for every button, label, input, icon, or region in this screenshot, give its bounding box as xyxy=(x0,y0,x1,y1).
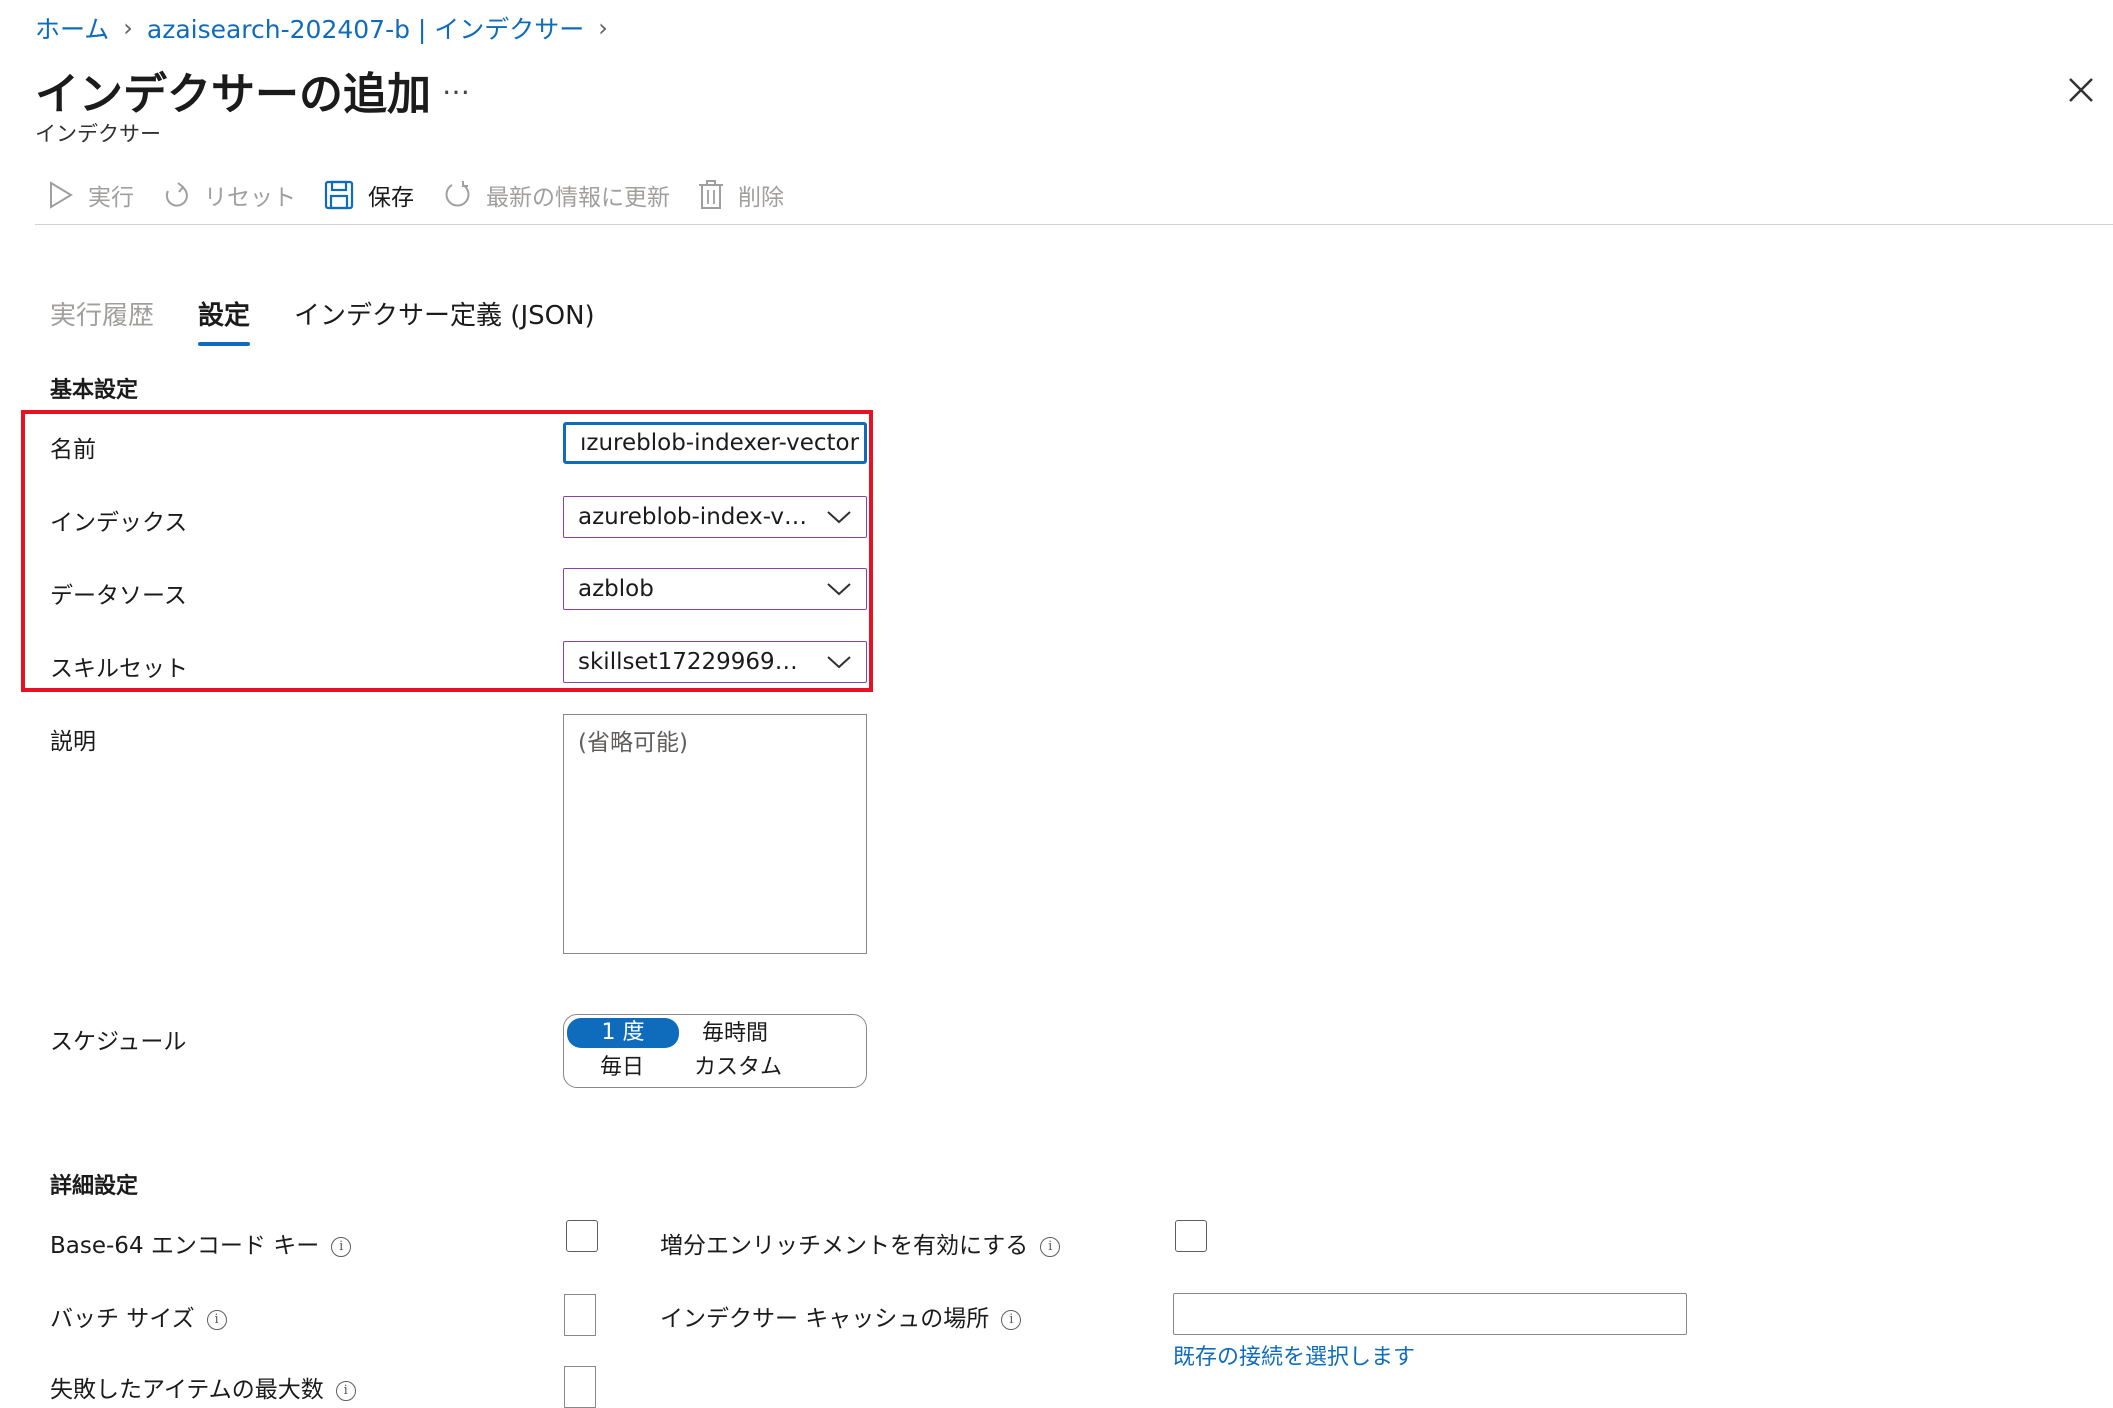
page-subtitle: インデクサー xyxy=(35,122,161,146)
tab-settings[interactable]: 設定 xyxy=(198,295,251,346)
description-textarea[interactable]: (省略可能) xyxy=(563,714,867,954)
info-icon[interactable]: i xyxy=(1040,1236,1061,1257)
info-icon[interactable]: i xyxy=(331,1236,352,1257)
skillset-label: スキルセット xyxy=(50,656,188,682)
delete-button-label: 削除 xyxy=(738,185,784,211)
refresh-icon xyxy=(445,181,470,207)
schedule-option-custom[interactable]: カスタム xyxy=(694,1053,782,1083)
tab-bar: 実行履歴 設定 インデクサー定義 (JSON) xyxy=(50,295,639,346)
reset-button-label: リセット xyxy=(204,185,296,211)
close-icon[interactable] xyxy=(2063,72,2099,108)
chevron-right-icon: › xyxy=(123,14,133,42)
batch-size-label-text: バッチ サイズ xyxy=(50,1306,195,1332)
cache-location-label-text: インデクサー キャッシュの場所 xyxy=(660,1306,990,1332)
datasource-select[interactable]: azblob xyxy=(563,568,867,610)
max-failed-items-label: 失敗したアイテムの最大数 i xyxy=(50,1370,356,1404)
schedule-option-hourly[interactable]: 毎時間 xyxy=(702,1019,768,1049)
refresh-button[interactable]: 最新の情報に更新 xyxy=(442,178,670,212)
datasource-select-value: azblob xyxy=(578,576,654,602)
cache-location-input[interactable] xyxy=(1173,1293,1687,1335)
incremental-label: 増分エンリッチメントを有効にする i xyxy=(660,1226,1061,1260)
schedule-label: スケジュール xyxy=(50,1029,187,1055)
reset-button[interactable]: リセット xyxy=(162,178,296,212)
delete-button[interactable]: 削除 xyxy=(698,178,784,212)
max-failed-items-input[interactable] xyxy=(564,1366,596,1408)
cache-location-label: インデクサー キャッシュの場所 i xyxy=(660,1299,1022,1333)
base64-label: Base-64 エンコード キー i xyxy=(50,1226,352,1260)
schedule-selector: 1 度 毎時間 毎日 カスタム xyxy=(563,1014,867,1088)
incremental-label-text: 増分エンリッチメントを有効にする xyxy=(660,1233,1029,1259)
select-connection-link[interactable]: 既存の接続を選択します xyxy=(1173,1339,1415,1371)
save-icon xyxy=(324,180,354,210)
schedule-option-daily[interactable]: 毎日 xyxy=(600,1053,644,1083)
advanced-settings-heading: 詳細設定 xyxy=(50,1174,139,1199)
info-icon[interactable]: i xyxy=(206,1309,227,1330)
batch-size-input[interactable] xyxy=(564,1294,596,1336)
datasource-label: データソース xyxy=(50,583,187,609)
save-button[interactable]: 保存 xyxy=(324,178,414,212)
index-select[interactable]: azureblob-index-v… xyxy=(563,496,867,538)
index-label: インデックス xyxy=(50,510,188,536)
tab-run-history[interactable]: 実行履歴 xyxy=(50,295,154,346)
page-title: インデクサーの追加 xyxy=(35,69,431,120)
toolbar: 実行 リセット 保存 最新の情報に更新 削除 xyxy=(48,175,812,215)
trash-icon xyxy=(699,180,723,209)
reset-icon xyxy=(165,182,188,207)
name-label: 名前 xyxy=(50,437,96,463)
chevron-right-icon: › xyxy=(598,14,608,42)
tab-indexer-json[interactable]: インデクサー定義 (JSON) xyxy=(294,295,595,346)
chevron-down-icon xyxy=(827,511,851,524)
skillset-select[interactable]: skillset17229969… xyxy=(563,641,867,683)
base64-checkbox[interactable] xyxy=(566,1220,598,1252)
chevron-down-icon xyxy=(827,656,851,669)
incremental-checkbox[interactable] xyxy=(1175,1220,1207,1252)
schedule-option-once[interactable]: 1 度 xyxy=(567,1018,679,1048)
chevron-down-icon xyxy=(827,583,851,596)
info-icon[interactable]: i xyxy=(1001,1309,1022,1330)
save-button-label: 保存 xyxy=(368,185,414,211)
breadcrumb: ホーム › azaisearch-202407-b | インデクサー › xyxy=(35,10,622,46)
breadcrumb-home-link[interactable]: ホーム xyxy=(35,10,109,46)
run-button[interactable]: 実行 xyxy=(48,178,134,212)
basic-settings-heading: 基本設定 xyxy=(50,378,139,403)
max-failed-items-label-text: 失敗したアイテムの最大数 xyxy=(50,1377,324,1403)
skillset-select-value: skillset17229969… xyxy=(578,649,798,675)
index-select-value: azureblob-index-v… xyxy=(578,504,808,530)
description-label: 説明 xyxy=(50,729,96,755)
breadcrumb-service-link[interactable]: azaisearch-202407-b | インデクサー xyxy=(147,10,584,46)
play-icon xyxy=(50,181,73,209)
name-input[interactable]: ızureblob-indexer-vector xyxy=(563,422,867,464)
run-button-label: 実行 xyxy=(88,185,134,211)
base64-label-text: Base-64 エンコード キー xyxy=(50,1233,320,1259)
toolbar-divider xyxy=(35,224,2113,225)
more-options-button[interactable]: … xyxy=(442,68,472,101)
refresh-button-label: 最新の情報に更新 xyxy=(486,185,670,211)
batch-size-label: バッチ サイズ i xyxy=(50,1299,227,1333)
